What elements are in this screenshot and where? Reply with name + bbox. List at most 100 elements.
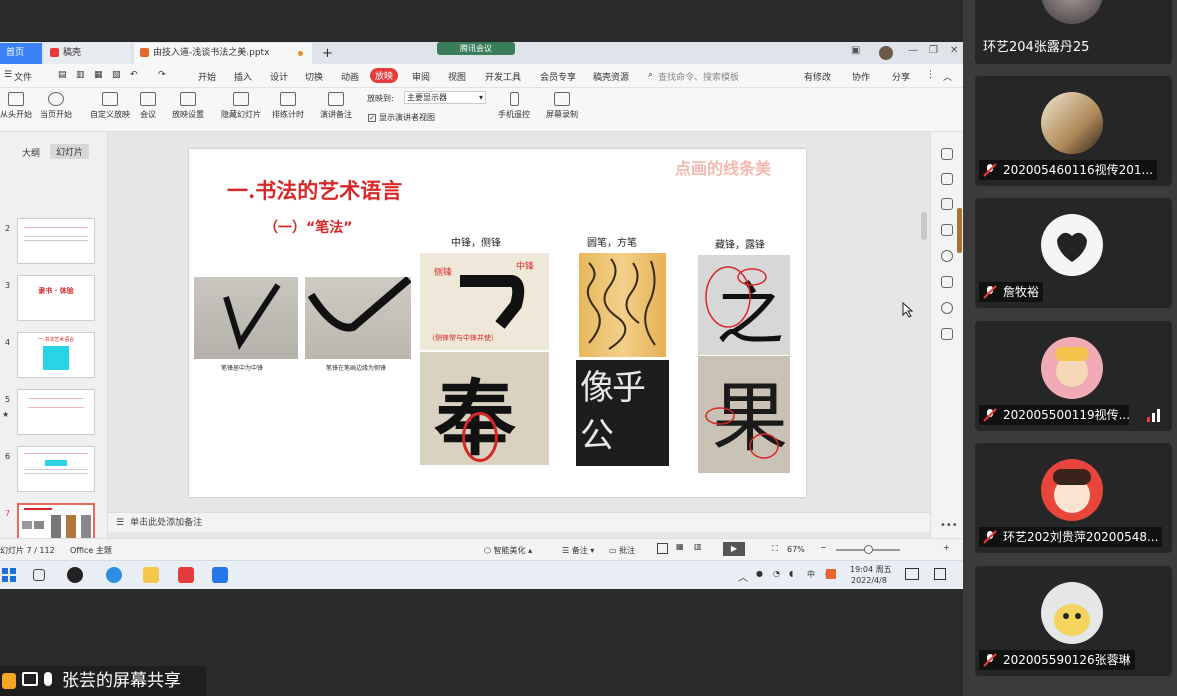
show-settings-button[interactable]: 放映设置 [172,92,204,120]
copy-icon[interactable] [941,224,953,236]
smart-beautify-button[interactable]: ⬡ 智能美化 ▴ [484,545,532,556]
clock-time[interactable]: 19:04 周五 [850,564,892,575]
tray-mic-icon[interactable]: ● [756,569,763,578]
beautify-icon[interactable] [941,148,953,160]
image-icon[interactable] [941,276,953,288]
menu-animation[interactable]: 动画 [341,70,359,83]
preview-icon[interactable]: ▧ [112,70,121,80]
slide-thumbnail-6[interactable] [17,446,95,492]
more-tools-icon[interactable]: ••• [940,520,958,531]
notes-toggle-button[interactable]: ☰ 备注 ▾ [562,545,594,556]
tray-ime-icon[interactable]: 中 [807,569,815,580]
menu-file[interactable]: 文件 [14,70,32,83]
zoom-slider[interactable] [836,545,900,554]
tab-document[interactable]: 由技入道-浅谈书法之美.pptx [134,43,312,64]
share-button[interactable]: 分享 [892,70,910,83]
custom-show-button[interactable]: 自定义放映 [90,92,130,120]
start-from-beginning-button[interactable]: 从头开始 [0,92,32,120]
menu-design[interactable]: 设计 [270,70,288,83]
help-icon[interactable] [941,250,953,262]
menu-home[interactable]: 开始 [198,70,216,83]
pin-icon[interactable] [941,198,953,210]
action-center-icon[interactable] [934,568,946,580]
undo-icon[interactable]: ↶ [130,70,138,80]
tab-outline[interactable]: 大纲 [22,146,40,159]
participant-tile[interactable]: 202005590126张蓉琳 [975,566,1172,676]
wps-app-icon[interactable] [178,567,194,583]
user-avatar-icon[interactable] [879,46,893,60]
start-from-current-button[interactable]: 当页开始 [40,92,72,120]
zoom-in-button[interactable]: + [943,543,950,552]
slide-canvas[interactable]: 点画的线条美 一.书法的艺术语言 （一）“笔法” 笔锋居中为中锋 笔锋在笔画边缘… [108,132,930,542]
participant-tile[interactable]: 202005500119视传... [975,321,1172,431]
comments-button[interactable]: ▭ 批注 [609,545,635,556]
menu-member[interactable]: 会员专享 [540,70,576,83]
fit-window-icon[interactable]: ⛶ [772,544,778,554]
slide-thumbnail-3[interactable]: 隶书 · 体验 [17,275,95,321]
play-slideshow-button[interactable]: ▶ [723,542,745,556]
scrollbar-thumb[interactable] [921,212,927,240]
meeting-indicator[interactable]: 腾讯会议 [437,42,515,55]
menu-view[interactable]: 视图 [448,70,466,83]
zoom-out-button[interactable]: − [820,543,827,552]
menu-developer[interactable]: 开发工具 [485,70,521,83]
tab-wps[interactable]: 稿壳 [44,43,130,64]
panel-scroll-indicator[interactable] [957,208,962,253]
meeting-button[interactable]: 会议 [140,92,156,120]
ie-browser-icon[interactable] [106,567,122,583]
slide-thumbnail-4[interactable]: 一.书法艺术语言 [17,332,95,378]
window-tile-icon[interactable]: ▣ [851,45,860,56]
presenter-view-checkbox[interactable]: ✓ 显示演讲者视图 [368,112,435,123]
tencent-meeting-icon[interactable] [212,567,228,583]
notes-bar[interactable]: ☰ 单击此处添加备注 [108,512,930,532]
task-view-icon[interactable] [33,569,45,581]
menu-insert[interactable]: 插入 [234,70,252,83]
tray-app-icon[interactable] [826,569,836,579]
new-tab-button[interactable]: + [316,43,333,64]
cube-icon[interactable] [941,328,953,340]
display-select[interactable]: 主要显示器 ▾ [404,91,486,104]
participant-tile[interactable]: 环艺204张露丹25 [975,0,1172,64]
location-icon[interactable] [941,302,953,314]
file-explorer-icon[interactable] [143,567,159,583]
minimize-icon[interactable]: — [908,45,918,56]
screen-record-button[interactable]: 屏幕录制 [546,92,578,120]
modified-button[interactable]: 有修改 [804,70,831,83]
current-slide[interactable]: 点画的线条美 一.书法的艺术语言 （一）“笔法” 笔锋居中为中锋 笔锋在笔画边缘… [189,149,806,497]
redo-icon[interactable]: ↷ [158,70,166,80]
menu-transition[interactable]: 切换 [305,70,323,83]
clock-date[interactable]: 2022/4/8 [851,576,887,585]
zoom-slider-handle[interactable] [864,545,873,554]
notification-icon[interactable] [905,568,919,580]
tab-home[interactable]: 首页 [0,43,42,64]
menu-slideshow[interactable]: 放映 [370,68,399,83]
phone-remote-button[interactable]: 手机遥控 [498,92,530,120]
zoom-level[interactable]: 67% [787,545,805,554]
tray-network-icon[interactable]: ◔ [773,569,780,578]
slide-thumbnail-2[interactable] [17,218,95,264]
grid-view-icon[interactable]: ▦ [676,542,684,551]
export-icon[interactable]: ▥ [76,70,85,80]
command-search-input[interactable]: 查找命令、搜索模板 [658,70,739,83]
print-icon[interactable]: ▦ [94,70,103,80]
participant-tile[interactable]: 詹牧裕 [975,198,1172,308]
participant-tile[interactable]: 202005460116视传201... [975,76,1172,186]
close-icon[interactable]: ✕ [950,45,958,56]
tab-slides[interactable]: 幻灯片 [50,144,90,159]
collapse-ribbon-icon[interactable]: ︿ [943,70,952,83]
slide-thumbnail-5[interactable] [17,389,95,435]
reading-view-icon[interactable]: ▥ [694,542,702,551]
restore-icon[interactable]: ❐ [929,45,938,56]
menu-resources[interactable]: 稿壳资源 [593,70,629,83]
speaker-notes-button[interactable]: 演讲备注 [320,92,352,120]
windows-start-icon[interactable] [2,567,18,583]
more-icon[interactable]: ⋮ [926,70,935,80]
hamburger-icon[interactable]: ☰ [4,70,12,80]
tray-chevron-icon[interactable]: ︿ [738,569,748,584]
menu-review[interactable]: 审阅 [412,70,430,83]
adjust-icon[interactable] [941,173,953,185]
save-icon[interactable]: ▤ [58,70,67,80]
collaborate-button[interactable]: 协作 [852,70,870,83]
tray-volume-icon[interactable]: ◖ [789,569,793,578]
hide-slide-button[interactable]: 隐藏幻灯片 [221,92,261,120]
